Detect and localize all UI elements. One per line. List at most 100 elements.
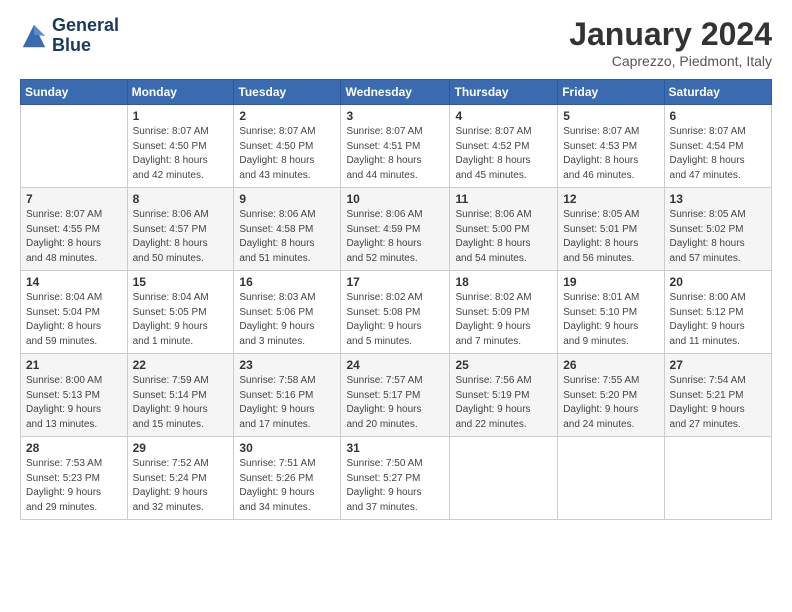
- calendar-cell: 31 Sunrise: 7:50 AMSunset: 5:27 PMDayligh…: [341, 437, 450, 520]
- day-number: 24: [346, 358, 444, 372]
- day-number: 26: [563, 358, 658, 372]
- day-info: Sunrise: 7:56 AMSunset: 5:19 PMDaylight:…: [455, 374, 552, 432]
- day-info: Sunrise: 8:07 AMSunset: 4:52 PMDaylight:…: [455, 125, 552, 183]
- day-number: 5: [563, 109, 658, 123]
- day-number: 23: [239, 358, 335, 372]
- calendar-cell: 21Sunrise: 8:00 AMSunset: 5:13 PMDayligh…: [21, 354, 128, 437]
- day-number: 8: [133, 192, 229, 206]
- header-sunday: Sunday: [21, 80, 128, 105]
- calendar-cell: 19Sunrise: 8:01 AMSunset: 5:10 PMDayligh…: [558, 271, 664, 354]
- header-saturday: Saturday: [664, 80, 771, 105]
- day-info: Sunrise: 8:01 AMSunset: 5:10 PMDaylight:…: [563, 291, 658, 349]
- calendar-cell: 10 Sunrise: 8:06 AMSunset: 4:59 PMDayligh…: [341, 188, 450, 271]
- calendar-cell: 25 Sunrise: 7:56 AMSunset: 5:19 PMDayligh…: [450, 354, 558, 437]
- day-number: 29: [133, 441, 229, 455]
- day-number: 3: [346, 109, 444, 123]
- day-info: Sunrise: 8:04 AMSunset: 5:05 PMDaylight:…: [133, 291, 229, 349]
- day-info: Sunrise: 7:58 AMSunset: 5:16 PMDaylight:…: [239, 374, 335, 432]
- calendar-cell: 16 Sunrise: 8:03 AMSunset: 5:06 PMDayligh…: [234, 271, 341, 354]
- calendar-cell: [21, 105, 128, 188]
- day-number: 4: [455, 109, 552, 123]
- calendar-cell: 17 Sunrise: 8:02 AMSunset: 5:08 PMDayligh…: [341, 271, 450, 354]
- day-number: 13: [670, 192, 766, 206]
- day-info: Sunrise: 8:06 AMSunset: 4:57 PMDaylight:…: [133, 208, 229, 266]
- day-number: 27: [670, 358, 766, 372]
- day-info: Sunrise: 8:07 AMSunset: 4:53 PMDaylight:…: [563, 125, 658, 183]
- logo: General Blue: [20, 16, 119, 56]
- calendar-cell: 24 Sunrise: 7:57 AMSunset: 5:17 PMDayligh…: [341, 354, 450, 437]
- header-monday: Monday: [127, 80, 234, 105]
- calendar-cell: 9 Sunrise: 8:06 AMSunset: 4:58 PMDaylight…: [234, 188, 341, 271]
- day-number: 18: [455, 275, 552, 289]
- title-block: January 2024 Caprezzo, Piedmont, Italy: [569, 16, 772, 69]
- day-number: 2: [239, 109, 335, 123]
- calendar-cell: 18 Sunrise: 8:02 AMSunset: 5:09 PMDayligh…: [450, 271, 558, 354]
- day-info: Sunrise: 7:52 AMSunset: 5:24 PMDaylight:…: [133, 457, 229, 515]
- calendar-cell: 20 Sunrise: 8:00 AMSunset: 5:12 PMDayligh…: [664, 271, 771, 354]
- day-info: Sunrise: 8:07 AMSunset: 4:50 PMDaylight:…: [133, 125, 229, 183]
- header-tuesday: Tuesday: [234, 80, 341, 105]
- calendar-cell: 15 Sunrise: 8:04 AMSunset: 5:05 PMDayligh…: [127, 271, 234, 354]
- day-info: Sunrise: 8:06 AMSunset: 4:59 PMDaylight:…: [346, 208, 444, 266]
- day-info: Sunrise: 8:06 AMSunset: 4:58 PMDaylight:…: [239, 208, 335, 266]
- day-info: Sunrise: 8:05 AMSunset: 5:01 PMDaylight:…: [563, 208, 658, 266]
- calendar-cell: 1 Sunrise: 8:07 AMSunset: 4:50 PMDaylight…: [127, 105, 234, 188]
- day-info: Sunrise: 8:07 AMSunset: 4:50 PMDaylight:…: [239, 125, 335, 183]
- day-number: 16: [239, 275, 335, 289]
- day-info: Sunrise: 8:07 AMSunset: 4:55 PMDaylight:…: [26, 208, 122, 266]
- day-info: Sunrise: 7:51 AMSunset: 5:26 PMDaylight:…: [239, 457, 335, 515]
- calendar-cell: 11Sunrise: 8:06 AMSunset: 5:00 PMDayligh…: [450, 188, 558, 271]
- day-number: 28: [26, 441, 122, 455]
- calendar-cell: 29 Sunrise: 7:52 AMSunset: 5:24 PMDayligh…: [127, 437, 234, 520]
- day-info: Sunrise: 8:03 AMSunset: 5:06 PMDaylight:…: [239, 291, 335, 349]
- calendar-cell: [450, 437, 558, 520]
- day-number: 20: [670, 275, 766, 289]
- day-number: 21: [26, 358, 122, 372]
- calendar-cell: [664, 437, 771, 520]
- day-info: Sunrise: 8:06 AMSunset: 5:00 PMDaylight:…: [455, 208, 552, 266]
- day-number: 12: [563, 192, 658, 206]
- calendar-table: SundayMondayTuesdayWednesdayThursdayFrid…: [20, 79, 772, 520]
- day-info: Sunrise: 7:54 AMSunset: 5:21 PMDaylight:…: [670, 374, 766, 432]
- day-info: Sunrise: 7:55 AMSunset: 5:20 PMDaylight:…: [563, 374, 658, 432]
- calendar-cell: 7 Sunrise: 8:07 AMSunset: 4:55 PMDaylight…: [21, 188, 128, 271]
- day-info: Sunrise: 8:02 AMSunset: 5:08 PMDaylight:…: [346, 291, 444, 349]
- day-number: 1: [133, 109, 229, 123]
- day-number: 15: [133, 275, 229, 289]
- header: General Blue January 2024 Caprezzo, Pied…: [20, 16, 772, 69]
- day-info: Sunrise: 7:53 AMSunset: 5:23 PMDaylight:…: [26, 457, 122, 515]
- day-number: 6: [670, 109, 766, 123]
- calendar-cell: 8 Sunrise: 8:06 AMSunset: 4:57 PMDaylight…: [127, 188, 234, 271]
- day-info: Sunrise: 7:50 AMSunset: 5:27 PMDaylight:…: [346, 457, 444, 515]
- calendar-cell: 3 Sunrise: 8:07 AMSunset: 4:51 PMDaylight…: [341, 105, 450, 188]
- calendar-cell: 28 Sunrise: 7:53 AMSunset: 5:23 PMDayligh…: [21, 437, 128, 520]
- week-row-0: 1 Sunrise: 8:07 AMSunset: 4:50 PMDaylight…: [21, 105, 772, 188]
- day-number: 14: [26, 275, 122, 289]
- day-info: Sunrise: 8:07 AMSunset: 4:54 PMDaylight:…: [670, 125, 766, 183]
- logo-line2: Blue: [52, 36, 119, 56]
- day-info: Sunrise: 8:02 AMSunset: 5:09 PMDaylight:…: [455, 291, 552, 349]
- day-info: Sunrise: 8:05 AMSunset: 5:02 PMDaylight:…: [670, 208, 766, 266]
- day-number: 7: [26, 192, 122, 206]
- day-number: 9: [239, 192, 335, 206]
- calendar-cell: 30 Sunrise: 7:51 AMSunset: 5:26 PMDayligh…: [234, 437, 341, 520]
- header-thursday: Thursday: [450, 80, 558, 105]
- day-info: Sunrise: 8:00 AMSunset: 5:12 PMDaylight:…: [670, 291, 766, 349]
- day-number: 25: [455, 358, 552, 372]
- calendar-cell: 12 Sunrise: 8:05 AMSunset: 5:01 PMDayligh…: [558, 188, 664, 271]
- day-info: Sunrise: 8:07 AMSunset: 4:51 PMDaylight:…: [346, 125, 444, 183]
- week-row-3: 21Sunrise: 8:00 AMSunset: 5:13 PMDayligh…: [21, 354, 772, 437]
- calendar-cell: 13 Sunrise: 8:05 AMSunset: 5:02 PMDayligh…: [664, 188, 771, 271]
- header-friday: Friday: [558, 80, 664, 105]
- week-row-2: 14Sunrise: 8:04 AMSunset: 5:04 PMDayligh…: [21, 271, 772, 354]
- day-info: Sunrise: 7:59 AMSunset: 5:14 PMDaylight:…: [133, 374, 229, 432]
- day-number: 31: [346, 441, 444, 455]
- day-number: 30: [239, 441, 335, 455]
- month-title: January 2024: [569, 16, 772, 53]
- day-number: 17: [346, 275, 444, 289]
- calendar-cell: 27 Sunrise: 7:54 AMSunset: 5:21 PMDayligh…: [664, 354, 771, 437]
- day-number: 10: [346, 192, 444, 206]
- day-info: Sunrise: 7:57 AMSunset: 5:17 PMDaylight:…: [346, 374, 444, 432]
- page: General Blue January 2024 Caprezzo, Pied…: [0, 0, 792, 612]
- calendar-cell: [558, 437, 664, 520]
